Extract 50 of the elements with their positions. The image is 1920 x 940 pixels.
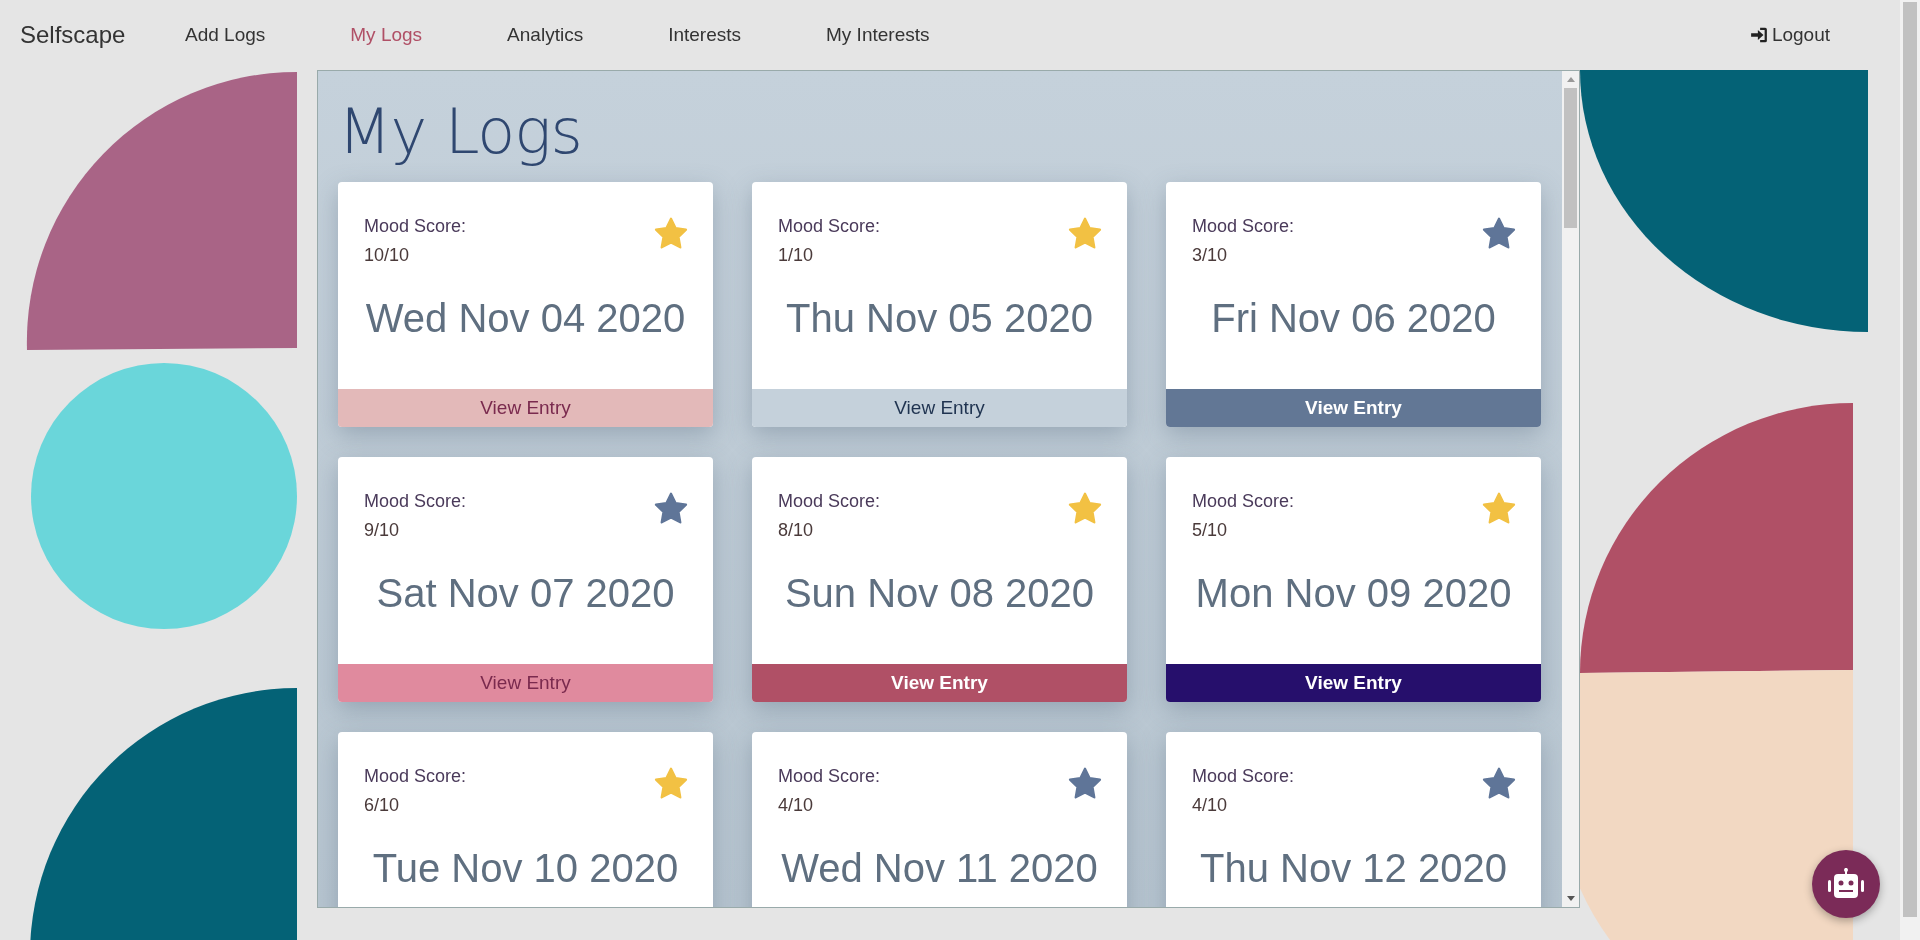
mood-score: 4/10 <box>1192 795 1229 816</box>
mood-label: Mood Score: <box>364 491 467 512</box>
mood-label: Mood Score: <box>1192 216 1295 237</box>
entry-date: Fri Nov 06 2020 <box>1210 296 1497 342</box>
mood-score: 6/10 <box>364 795 401 816</box>
logout-link[interactable]: Logout <box>1749 24 1830 46</box>
mood-score: 3/10 <box>1192 245 1229 266</box>
sign-in-icon <box>1749 26 1768 44</box>
mood-score: 8/10 <box>778 520 815 541</box>
mood-score: 9/10 <box>364 520 401 541</box>
scrollbar[interactable] <box>1562 71 1579 907</box>
nav-link[interactable]: Analytics <box>507 24 584 46</box>
scroll-down-icon[interactable] <box>1566 896 1575 901</box>
entry-date: Sun Nov 08 2020 <box>783 571 1096 617</box>
mood-label: Mood Score: <box>364 216 467 237</box>
scroll-thumb[interactable] <box>1903 2 1917 917</box>
entry-date: Wed Nov 11 2020 <box>780 846 1099 892</box>
nav-link[interactable]: Interests <box>668 24 741 46</box>
view-entry-button[interactable]: View Entry <box>1166 389 1541 427</box>
view-entry-button[interactable]: View Entry <box>752 389 1127 427</box>
mood-label: Mood Score: <box>778 216 881 237</box>
entry-date: Thu Nov 05 2020 <box>785 296 1094 342</box>
mood-label: Mood Score: <box>778 491 881 512</box>
view-entry-button[interactable]: View Entry <box>752 664 1127 702</box>
view-entry-button[interactable]: View Entry <box>338 389 713 427</box>
nav-link[interactable]: My Logs <box>350 24 423 46</box>
page-title: My Logs <box>338 95 583 168</box>
entry-date: Tue Nov 10 2020 <box>371 846 680 892</box>
mood-label: Mood Score: <box>364 766 467 787</box>
view-entry-button[interactable]: View Entry <box>338 664 713 702</box>
chatbot-button[interactable] <box>1812 850 1880 918</box>
mood-score: 1/10 <box>778 245 815 266</box>
mood-label: Mood Score: <box>1192 491 1295 512</box>
mood-score: 5/10 <box>1192 520 1229 541</box>
entry-date: Wed Nov 04 2020 <box>364 296 687 342</box>
scroll-up-icon[interactable] <box>1566 77 1575 82</box>
nav-link[interactable]: My Interests <box>826 24 930 46</box>
mood-label: Mood Score: <box>1192 766 1295 787</box>
entry-date: Mon Nov 09 2020 <box>1194 571 1513 617</box>
brand-name[interactable]: Selfscape <box>20 21 185 49</box>
robot-icon <box>1826 868 1866 900</box>
mood-score: 4/10 <box>778 795 815 816</box>
mood-score: 10/10 <box>364 245 411 266</box>
entry-date: Thu Nov 12 2020 <box>1199 846 1508 892</box>
nav-link[interactable]: Add Logs <box>185 24 266 46</box>
scroll-thumb[interactable] <box>1564 88 1577 228</box>
entry-date: Sat Nov 07 2020 <box>375 571 676 617</box>
mood-label: Mood Score: <box>778 766 881 787</box>
page-scrollbar[interactable] <box>1900 0 1920 940</box>
view-entry-button[interactable]: View Entry <box>1166 664 1541 702</box>
